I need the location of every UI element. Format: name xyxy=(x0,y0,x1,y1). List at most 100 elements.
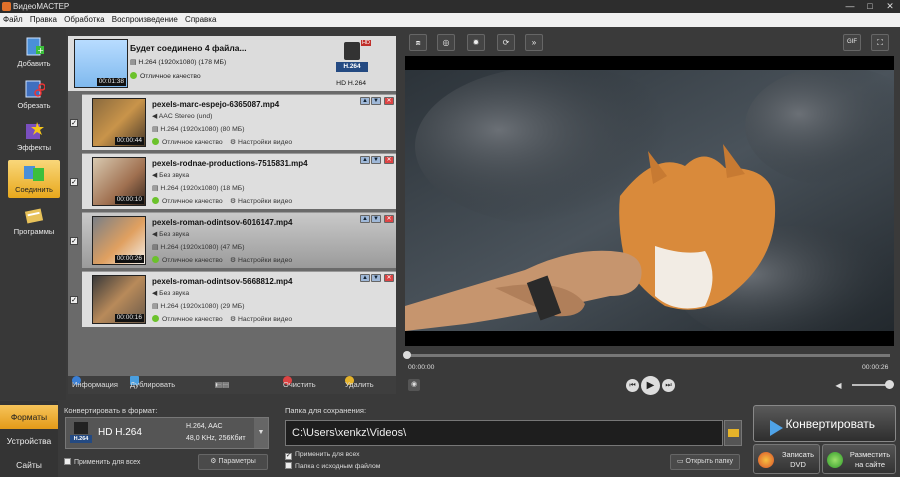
window-title: ВидеоМАСТЕР xyxy=(13,2,70,11)
remove-clip-button[interactable]: ✕ xyxy=(384,274,394,282)
video-settings-link[interactable]: ⚙ Настройки видео xyxy=(230,256,292,264)
rotate-icon[interactable]: ⟳ xyxy=(497,34,515,51)
move-up-button[interactable]: ▲ xyxy=(360,97,370,105)
app-window: ВидеоМАСТЕР — □ ✕ Файл Правка Обработка … xyxy=(0,0,900,477)
convert-label: Конвертировать xyxy=(785,417,875,431)
clip-duration: 00:00:10 xyxy=(114,196,144,204)
video-preview[interactable] xyxy=(405,56,900,346)
format-badge[interactable]: HD H.264 xyxy=(336,40,371,76)
tab-sites[interactable]: Сайты xyxy=(0,453,58,477)
move-down-button[interactable]: ▼ xyxy=(371,156,381,164)
output-tabs: Форматы Устройства Сайты xyxy=(0,401,58,477)
volume-icon[interactable]: ◀ xyxy=(832,379,845,392)
play-button[interactable]: ▶ xyxy=(641,376,660,395)
next-frame-button[interactable]: ⏭ xyxy=(662,379,675,392)
add-button[interactable]: + Добавить xyxy=(8,34,60,72)
move-up-button[interactable]: ▲ xyxy=(360,156,370,164)
burn-dvd-line1: Записать xyxy=(781,450,815,459)
brightness-icon[interactable]: ✹ xyxy=(467,34,485,51)
group-title: Будет соединено 4 файла... xyxy=(130,43,247,53)
crop-icon[interactable]: ⧈ xyxy=(409,34,427,51)
convert-button[interactable]: Конвертировать xyxy=(753,405,896,442)
publish-web-button[interactable]: Разместить на сайте xyxy=(822,444,896,474)
clip-row[interactable]: ✓ 00:00:10 pexels-rodnae-productions-751… xyxy=(70,153,396,209)
save-path-field[interactable]: C:\Users\xenkz\Videos\ xyxy=(285,420,723,446)
burn-dvd-button[interactable]: Записать DVD xyxy=(753,444,820,474)
menu-processing[interactable]: Обработка xyxy=(64,13,104,27)
clip-checkbox[interactable]: ✓ xyxy=(70,119,78,127)
folder-icon: ▭ xyxy=(676,458,686,465)
camera-icon xyxy=(344,42,360,60)
open-folder-button[interactable]: ▭ Открыть папку xyxy=(670,454,740,470)
prev-frame-button[interactable]: ⏮ xyxy=(626,379,639,392)
effects-button[interactable]: Эффекты xyxy=(8,118,60,156)
trim-icon xyxy=(23,79,46,99)
clip-filename: pexels-marc-espejo-6365087.mp4 xyxy=(152,100,280,109)
volume-handle[interactable] xyxy=(885,380,894,389)
clip-thumbnail: 00:00:10 xyxy=(92,157,146,206)
format-dropdown-icon[interactable]: ▼ xyxy=(254,418,268,448)
tab-devices[interactable]: Устройства xyxy=(0,429,58,453)
trim-button[interactable]: Обрезать xyxy=(8,76,60,114)
programs-button[interactable]: Программы xyxy=(8,202,60,240)
toggle-icon: ◐ xyxy=(215,380,220,389)
clip-filename: pexels-rodnae-productions-7515831.mp4 xyxy=(152,159,308,168)
video-settings-link[interactable]: ⚙ Настройки видео xyxy=(230,138,292,146)
clip-checkbox[interactable]: ✓ xyxy=(70,237,78,245)
move-up-button[interactable]: ▲ xyxy=(360,274,370,282)
close-window-button[interactable]: ✕ xyxy=(880,0,900,13)
gif-button[interactable]: GIF xyxy=(843,34,861,51)
video-settings-link[interactable]: ⚙ Настройки видео xyxy=(230,315,292,323)
clip-duration: 00:00:16 xyxy=(114,314,144,322)
menu-help[interactable]: Справка xyxy=(185,13,216,27)
apply-all-save[interactable]: ✓ Применить для всех xyxy=(285,451,359,460)
clip-row[interactable]: ✓ 00:00:44 pexels-marc-espejo-6365087.mp… xyxy=(70,94,396,150)
apply-all-save-checkbox[interactable]: ✓ xyxy=(285,453,292,460)
format-caption: HD H.264 xyxy=(336,80,366,87)
publish-web-line1: Разместить xyxy=(849,450,891,459)
join-label: Соединить xyxy=(15,185,53,194)
parameters-button[interactable]: ⚙ Параметры xyxy=(198,454,268,470)
remove-clip-button[interactable]: ✕ xyxy=(384,156,394,164)
source-folder-checkbox[interactable] xyxy=(285,462,292,469)
add-file-icon: + xyxy=(23,37,45,57)
list-toolbar: Информация Дублировать ▤▤ ◐ Очистить Уда… xyxy=(68,376,396,394)
timeline-handle[interactable] xyxy=(403,351,411,359)
fullscreen-icon[interactable]: ⛶ xyxy=(871,34,889,51)
move-up-button[interactable]: ▲ xyxy=(360,215,370,223)
enhance-icon[interactable]: ◎ xyxy=(437,34,455,51)
format-selector[interactable]: H.264 HD H.264 H.264, AAC 48,0 KHz, 256К… xyxy=(65,417,269,449)
programs-icon xyxy=(23,205,45,225)
speed-icon[interactable]: » xyxy=(525,34,543,51)
clip-checkbox[interactable]: ✓ xyxy=(70,178,78,186)
move-down-button[interactable]: ▼ xyxy=(371,97,381,105)
left-toolbar: + Добавить Обрезать Эффекты Соединить Пр… xyxy=(0,28,66,400)
timeline-track[interactable] xyxy=(410,354,890,357)
clip-thumbnail: 00:00:26 xyxy=(92,216,146,265)
remove-clip-button[interactable]: ✕ xyxy=(384,215,394,223)
clip-audio: ◀ Без звука xyxy=(152,172,190,179)
merge-group[interactable]: 00:01:38 Будет соединено 4 файла... ▤ H.… xyxy=(68,36,396,91)
apply-all-format[interactable]: Применить для всех xyxy=(64,458,140,466)
move-down-button[interactable]: ▼ xyxy=(371,274,381,282)
menu-playback[interactable]: Воспроизведение xyxy=(112,13,178,27)
tab-formats[interactable]: Форматы xyxy=(0,405,58,429)
source-folder-option[interactable]: Папка с исходным файлом xyxy=(285,462,380,470)
minimize-button[interactable]: — xyxy=(840,0,860,13)
menu-edit[interactable]: Правка xyxy=(30,13,57,27)
clip-row-selected[interactable]: ✓ 00:00:26 pexels-roman-odintsov-6016147… xyxy=(70,212,396,268)
video-settings-link[interactable]: ⚙ Настройки видео xyxy=(230,197,292,205)
effects-icon xyxy=(23,121,45,141)
quality-dot-icon xyxy=(152,315,159,322)
join-button[interactable]: Соединить xyxy=(8,160,60,198)
snapshot-icon[interactable]: ◉ xyxy=(408,379,420,391)
menu-file[interactable]: Файл xyxy=(3,13,23,27)
clip-row[interactable]: ✓ 00:00:16 pexels-roman-odintsov-5668812… xyxy=(70,271,396,327)
maximize-button[interactable]: □ xyxy=(860,0,880,13)
remove-clip-button[interactable]: ✕ xyxy=(384,97,394,105)
clip-checkbox[interactable]: ✓ xyxy=(70,296,78,304)
clip-thumbnail: 00:00:16 xyxy=(92,275,146,324)
apply-all-format-checkbox[interactable] xyxy=(64,458,71,465)
browse-folder-button[interactable] xyxy=(724,420,742,446)
move-down-button[interactable]: ▼ xyxy=(371,215,381,223)
